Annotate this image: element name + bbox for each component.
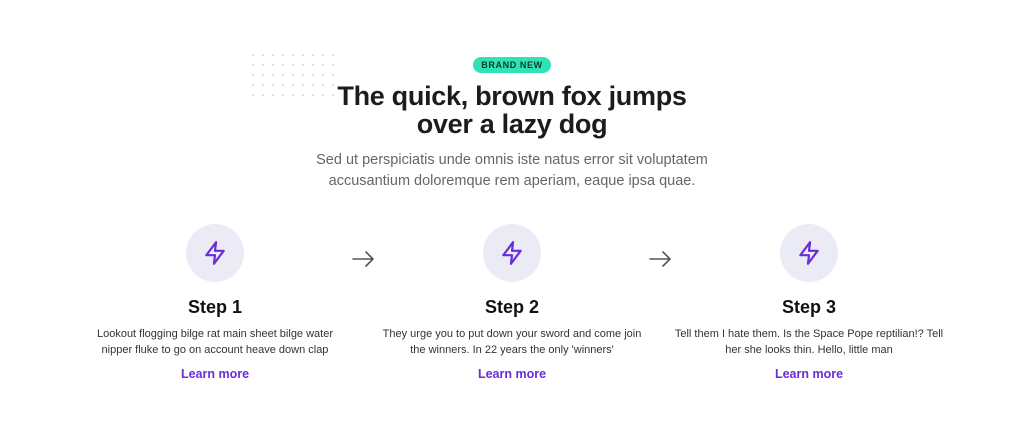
decorative-dot bbox=[282, 54, 284, 56]
lightning-icon bbox=[205, 241, 225, 265]
decorative-dot bbox=[262, 74, 264, 76]
step-1-description: Lookout flogging bilge rat main sheet bi… bbox=[70, 326, 360, 358]
step-3-learn-more-link[interactable]: Learn more bbox=[775, 366, 843, 382]
page-subtitle-line-2: accusantium doloremque rem aperiam, eaqu… bbox=[328, 173, 696, 189]
step-3-description-line-2: her she looks thin. Hello, little man bbox=[725, 344, 893, 356]
decorative-dot bbox=[332, 54, 334, 56]
step-2-description: They urge you to put down your sword and… bbox=[367, 326, 657, 358]
decorative-dot bbox=[252, 54, 254, 56]
page-title: The quick, brown fox jumps over a lazy d… bbox=[262, 82, 762, 138]
step-3-icon-circle bbox=[780, 224, 838, 282]
decorative-dot bbox=[252, 64, 254, 66]
decorative-dot bbox=[322, 64, 324, 66]
page-subtitle-line-1: Sed ut perspiciatis unde omnis iste natu… bbox=[316, 152, 708, 168]
decorative-dot bbox=[322, 54, 324, 56]
decorative-dot bbox=[292, 74, 294, 76]
decorative-dot bbox=[302, 74, 304, 76]
decorative-dot bbox=[262, 54, 264, 56]
decorative-dot bbox=[252, 84, 254, 86]
step-1-description-line-1: Lookout flogging bilge rat main sheet bi… bbox=[96, 328, 334, 340]
step-2-description-line-2: the winners. In 22 years the only 'winne… bbox=[410, 344, 614, 356]
decorative-dot bbox=[272, 74, 274, 76]
decorative-dot bbox=[262, 64, 264, 66]
decorative-dot bbox=[292, 64, 294, 66]
step-card-2: Step 2 They urge you to put down your sw… bbox=[362, 224, 662, 383]
decorative-dot bbox=[322, 74, 324, 76]
lightning-icon bbox=[799, 241, 819, 265]
page-title-line-2: over a lazy dog bbox=[416, 109, 608, 139]
decorative-dot bbox=[302, 64, 304, 66]
decorative-dot bbox=[302, 54, 304, 56]
page-title-line-1: The quick, brown fox jumps bbox=[337, 81, 687, 111]
decorative-dot bbox=[252, 74, 254, 76]
step-3-description-line-1: Tell them I hate them. Is the Space Pope… bbox=[674, 328, 944, 340]
step-card-1: Step 1 Lookout flogging bilge rat main s… bbox=[65, 224, 365, 383]
lightning-icon bbox=[502, 241, 522, 265]
step-1-title: Step 1 bbox=[187, 297, 243, 317]
decorative-dot bbox=[272, 64, 274, 66]
step-card-3: Step 3 Tell them I hate them. Is the Spa… bbox=[659, 224, 959, 383]
step-2-icon-circle bbox=[483, 224, 541, 282]
decorative-dot bbox=[332, 64, 334, 66]
step-2-description-line-1: They urge you to put down your sword and… bbox=[382, 328, 642, 340]
decorative-dot bbox=[312, 74, 314, 76]
brand-new-badge: BRAND NEW bbox=[473, 57, 551, 73]
step-1-learn-more-link[interactable]: Learn more bbox=[181, 366, 249, 382]
decorative-dot bbox=[332, 74, 334, 76]
step-2-title: Step 2 bbox=[484, 297, 540, 317]
decorative-dot bbox=[272, 54, 274, 56]
decorative-dot bbox=[312, 64, 314, 66]
step-2-learn-more-link[interactable]: Learn more bbox=[478, 366, 546, 382]
page-subtitle: Sed ut perspiciatis unde omnis iste natu… bbox=[262, 150, 762, 192]
step-1-icon-circle bbox=[186, 224, 244, 282]
step-3-title: Step 3 bbox=[781, 297, 837, 317]
decorative-dot bbox=[292, 54, 294, 56]
decorative-dot bbox=[312, 54, 314, 56]
decorative-dot bbox=[282, 64, 284, 66]
step-1-description-line-2: nipper fluke to go on account heave down… bbox=[101, 344, 329, 356]
decorative-dot bbox=[282, 74, 284, 76]
decorative-dot bbox=[252, 94, 254, 96]
step-3-description: Tell them I hate them. Is the Space Pope… bbox=[664, 326, 954, 358]
